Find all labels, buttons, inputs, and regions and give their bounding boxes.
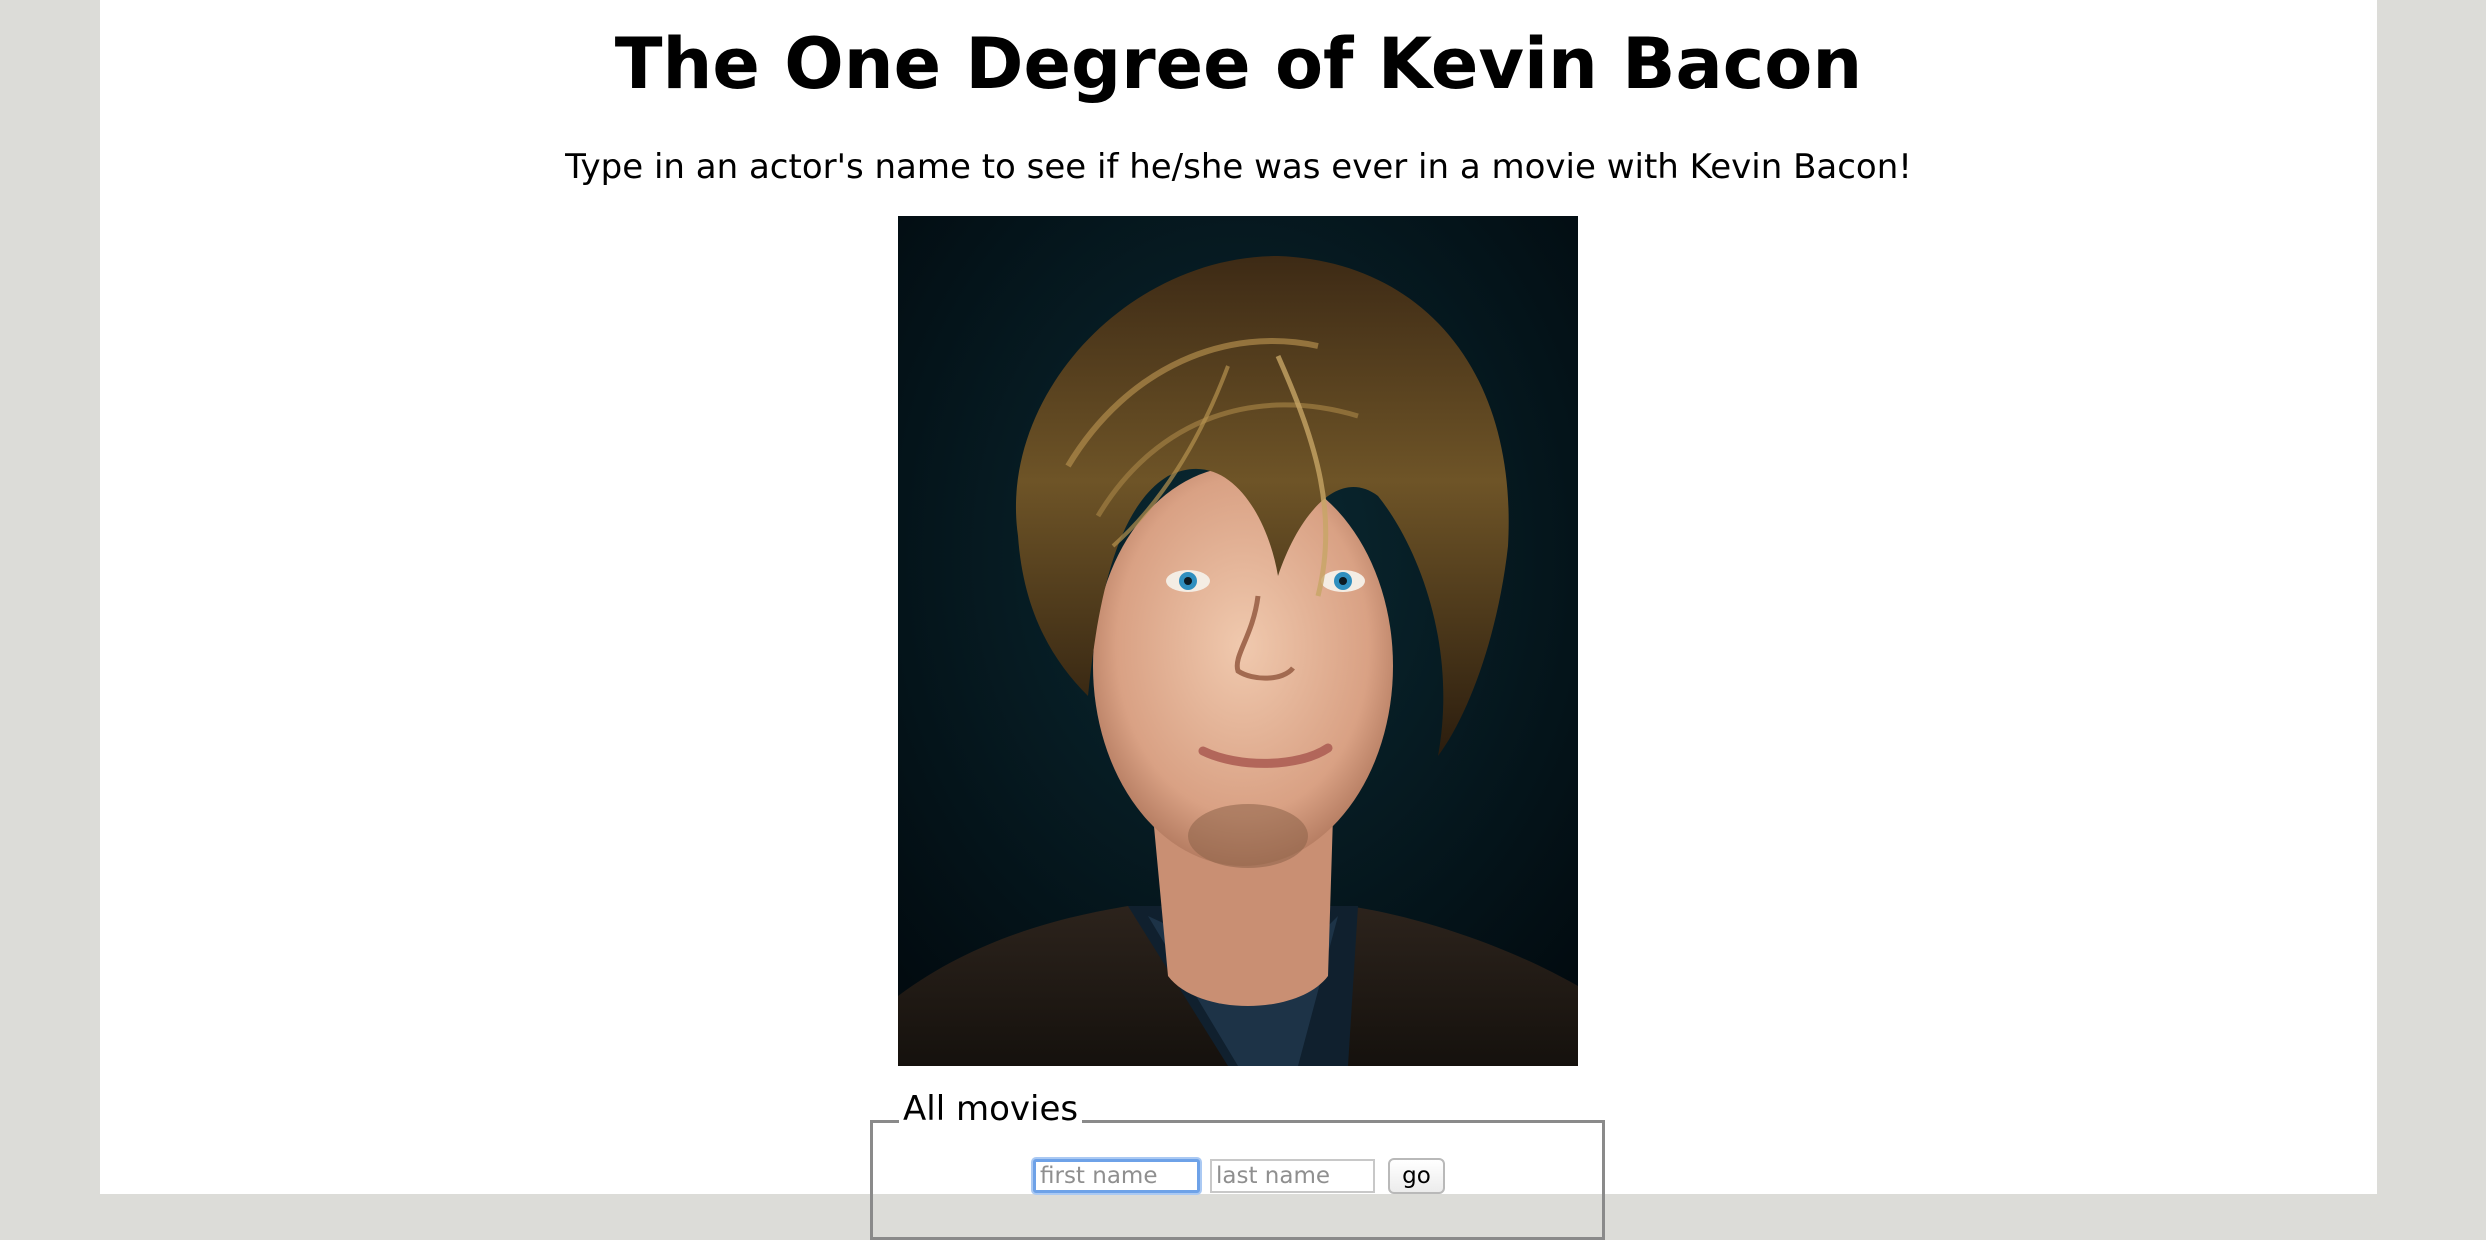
go-button[interactable]: go <box>1388 1158 1445 1194</box>
kevin-bacon-photo <box>898 216 1578 1066</box>
all-movies-fieldset: All movies go <box>870 1087 1605 1240</box>
page-content: The One Degree of Kevin Bacon Type in an… <box>100 0 2377 1240</box>
page-subtitle: Type in an actor's name to see if he/she… <box>565 147 1912 187</box>
first-name-input[interactable] <box>1033 1159 1200 1193</box>
last-name-input[interactable] <box>1210 1159 1375 1193</box>
page-title: The One Degree of Kevin Bacon <box>614 23 1863 105</box>
fieldset-legend: All movies <box>899 1087 1083 1131</box>
